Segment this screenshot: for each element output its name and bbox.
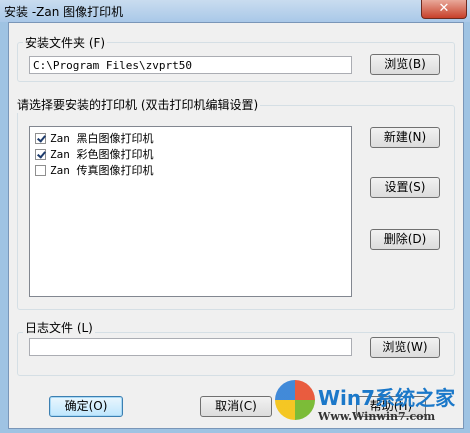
windows-logo-icon (275, 380, 315, 420)
watermark-url: Www.Winwin7.com (318, 410, 436, 423)
close-button[interactable]: ✕ (421, 0, 467, 19)
list-item[interactable]: Zan 彩色图像打印机 (35, 147, 154, 162)
printer-label: Zan 黑白图像打印机 (50, 132, 154, 145)
dialog-body: 安装文件夹 (F) C:\Program Files\zvprt50 浏览(B)… (8, 22, 464, 429)
printer-settings-button[interactable]: 设置(S) (370, 177, 440, 198)
checkbox[interactable] (35, 165, 46, 176)
new-printer-button[interactable]: 新建(N) (370, 127, 440, 148)
list-item[interactable]: Zan 传真图像打印机 (35, 163, 154, 178)
install-path-input[interactable]: C:\Program Files\zvprt50 (29, 56, 352, 74)
printer-label: Zan 传真图像打印机 (50, 164, 154, 177)
printer-list[interactable]: Zan 黑白图像打印机 Zan 彩色图像打印机 Zan 传真图像打印机 (29, 126, 352, 297)
checkbox[interactable] (35, 133, 46, 144)
watermark-brand: Win7系统之家 (318, 386, 456, 410)
cancel-button[interactable]: 取消(C) (200, 396, 272, 417)
close-icon: ✕ (438, 1, 450, 16)
ok-button[interactable]: 确定(O) (49, 396, 123, 417)
checkbox[interactable] (35, 149, 46, 160)
browse-folder-button[interactable]: 浏览(B) (370, 54, 440, 75)
browse-log-button[interactable]: 浏览(W) (370, 337, 440, 358)
printers-label: 请选择要安装的打印机 (双击打印机编辑设置) (15, 96, 261, 113)
delete-printer-button[interactable]: 删除(D) (370, 229, 440, 250)
log-file-label: 日志文件 (L) (23, 319, 95, 336)
window-title: 安装 -Zan 图像打印机 (4, 5, 124, 19)
title-bar: 安装 -Zan 图像打印机 ✕ (0, 0, 470, 22)
log-path-input[interactable] (29, 338, 352, 356)
install-folder-label: 安装文件夹 (F) (23, 34, 108, 51)
printer-label: Zan 彩色图像打印机 (50, 148, 154, 161)
list-item[interactable]: Zan 黑白图像打印机 (35, 131, 154, 146)
